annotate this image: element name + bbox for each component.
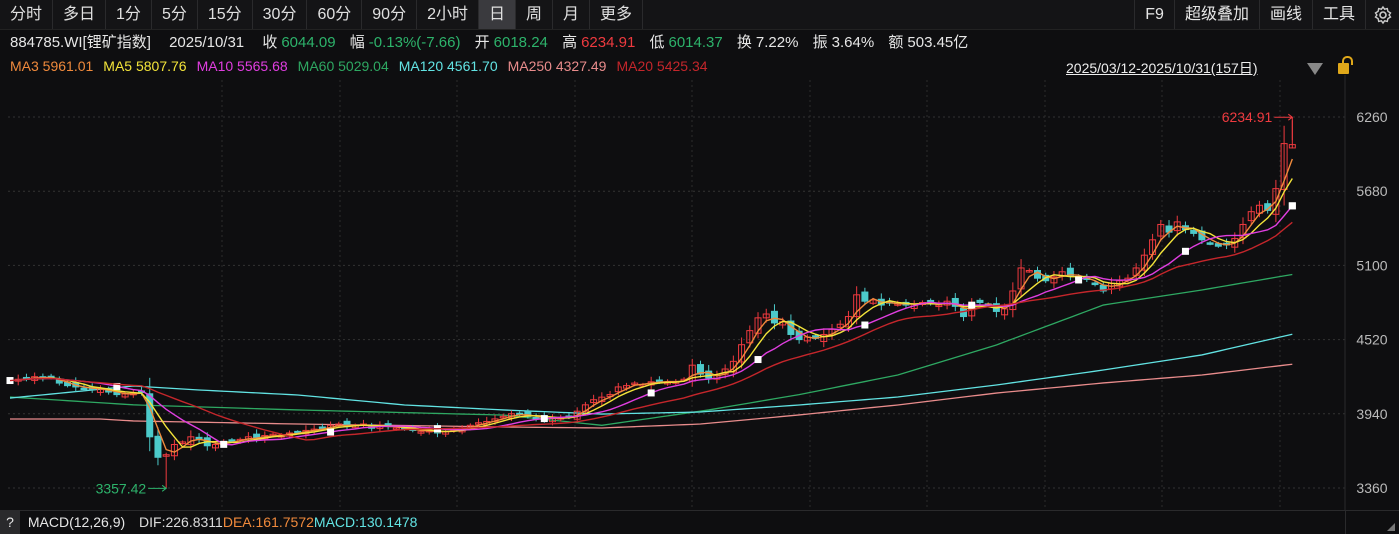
ma-legend-item[interactable]: MA20 5425.34: [616, 58, 707, 74]
y-tick-label: 5680: [1356, 183, 1387, 199]
tool-button-1[interactable]: 超级叠加: [1174, 0, 1259, 29]
candle-down: [1191, 230, 1197, 233]
amplitude-value: 3.64%: [832, 34, 875, 51]
settings-button[interactable]: [1365, 0, 1399, 29]
period-tabs: 分时多日1分5分15分30分60分90分2小时日周月更多: [0, 0, 643, 29]
y-tick-label: 6260: [1356, 109, 1387, 125]
candle-down: [155, 436, 161, 457]
tool-button-2[interactable]: 画线: [1259, 0, 1312, 29]
ma-marker: [220, 441, 227, 448]
ma-legend-item[interactable]: MA60 5029.04: [298, 58, 389, 74]
low-label: 低: [649, 34, 664, 51]
ma-marker: [1289, 202, 1296, 209]
tool-button-0[interactable]: F9: [1134, 0, 1174, 29]
open-value: 6018.24: [494, 34, 548, 51]
range-dropdown-icon[interactable]: [1307, 63, 1323, 75]
candlestick-chart[interactable]: 6260 5680 5100 4520 3940 3360 6234.91 3357.42: [0, 75, 1399, 510]
panel-resize-handle[interactable]: [1345, 511, 1399, 534]
tab-10[interactable]: 周: [516, 0, 553, 29]
close-label: 收: [262, 34, 277, 51]
low-value: 6014.37: [669, 34, 723, 51]
tab-1[interactable]: 多日: [53, 0, 106, 29]
ma-marker: [648, 389, 655, 396]
candle-down: [1207, 243, 1213, 245]
extreme-label: 3357.42: [96, 480, 147, 496]
gear-icon: [1373, 5, 1393, 25]
ma-legend-item[interactable]: MA120 4561.70: [399, 58, 498, 74]
tab-9[interactable]: 日: [479, 0, 516, 29]
ma-legend: MA3 5961.01 MA5 5807.76 MA10 5565.68 MA60 5…: [10, 56, 718, 76]
macd-name[interactable]: MACD(12,26,9): [28, 514, 125, 530]
extreme-arrow: [148, 485, 166, 491]
lock-icon[interactable]: [1338, 63, 1349, 74]
tab-5[interactable]: 30分: [253, 0, 308, 29]
tab-6[interactable]: 60分: [307, 0, 362, 29]
macd-dea: DEA:161.7572: [223, 514, 314, 530]
extreme-label: 6234.91: [1222, 109, 1273, 125]
close-value: 6044.09: [281, 34, 335, 51]
ma-marker: [968, 302, 975, 309]
toolbar-spacer: [643, 0, 1134, 29]
macd-bar: ? MACD(12,26,9) DIF:226.8311DEA:161.7572…: [0, 510, 1399, 533]
ma-legend-item[interactable]: MA250 4327.49: [508, 58, 607, 74]
ma-legend-item[interactable]: MA10 5565.68: [197, 58, 288, 74]
turnover-label: 换: [737, 34, 752, 51]
tab-12[interactable]: 更多: [590, 0, 643, 29]
y-tick-label: 4520: [1356, 332, 1387, 348]
ma-marker: [1182, 248, 1189, 255]
period-toolbar: 分时多日1分5分15分30分60分90分2小时日周月更多 F9超级叠加画线工具: [0, 0, 1399, 30]
macd-dif: DIF:226.8311: [139, 514, 223, 530]
open-label: 开: [475, 34, 490, 51]
candle-down: [977, 300, 983, 302]
security-code: 884785.WI[锂矿指数]: [10, 34, 151, 51]
extreme-arrow: [1274, 114, 1292, 140]
tab-0[interactable]: 分时: [0, 0, 53, 29]
tab-7[interactable]: 90分: [362, 0, 417, 29]
tab-3[interactable]: 5分: [152, 0, 198, 29]
amplitude-label: 振: [813, 34, 828, 51]
candle-down: [1092, 283, 1098, 285]
candle-down: [771, 311, 777, 323]
tab-11[interactable]: 月: [553, 0, 590, 29]
tab-2[interactable]: 1分: [106, 0, 152, 29]
help-button[interactable]: ?: [0, 511, 20, 534]
ma-legend-item[interactable]: MA3 5961.01: [10, 58, 93, 74]
macd-value: MACD:130.1478: [314, 514, 418, 530]
tab-4[interactable]: 15分: [198, 0, 253, 29]
ma-marker: [861, 322, 868, 329]
ma60-line: [10, 274, 1292, 425]
turnover-value: 7.22%: [756, 34, 799, 51]
candle-down: [862, 292, 868, 301]
ma-marker: [1075, 276, 1082, 283]
quote-info: 884785.WI[锂矿指数] 2025/10/31 收6044.09 幅-0.…: [10, 32, 972, 54]
ma3-line: [10, 159, 1292, 452]
amount-label: 额: [888, 34, 903, 51]
quote-date: 2025/10/31: [169, 34, 244, 51]
y-tick-label: 5100: [1356, 257, 1387, 273]
tool-button-3[interactable]: 工具: [1312, 0, 1365, 29]
tool-buttons: F9超级叠加画线工具: [1134, 0, 1365, 29]
change-value: -0.13%(-7.66): [369, 34, 461, 51]
candle-down: [81, 388, 87, 390]
amount-value: 503.45亿: [907, 34, 968, 51]
ma-legend-item[interactable]: MA5 5807.76: [103, 58, 186, 74]
high-value: 6234.91: [581, 34, 635, 51]
change-label: 幅: [350, 34, 365, 51]
ma120-line: [10, 334, 1292, 414]
ma-marker: [755, 356, 762, 363]
candle-down: [229, 440, 235, 442]
candle-down: [656, 380, 662, 382]
y-tick-label: 3940: [1356, 406, 1387, 422]
high-label: 高: [562, 34, 577, 51]
ma-marker: [541, 415, 548, 422]
tab-8[interactable]: 2小时: [417, 0, 479, 29]
ma-marker: [327, 429, 334, 436]
y-tick-label: 3360: [1356, 480, 1387, 496]
